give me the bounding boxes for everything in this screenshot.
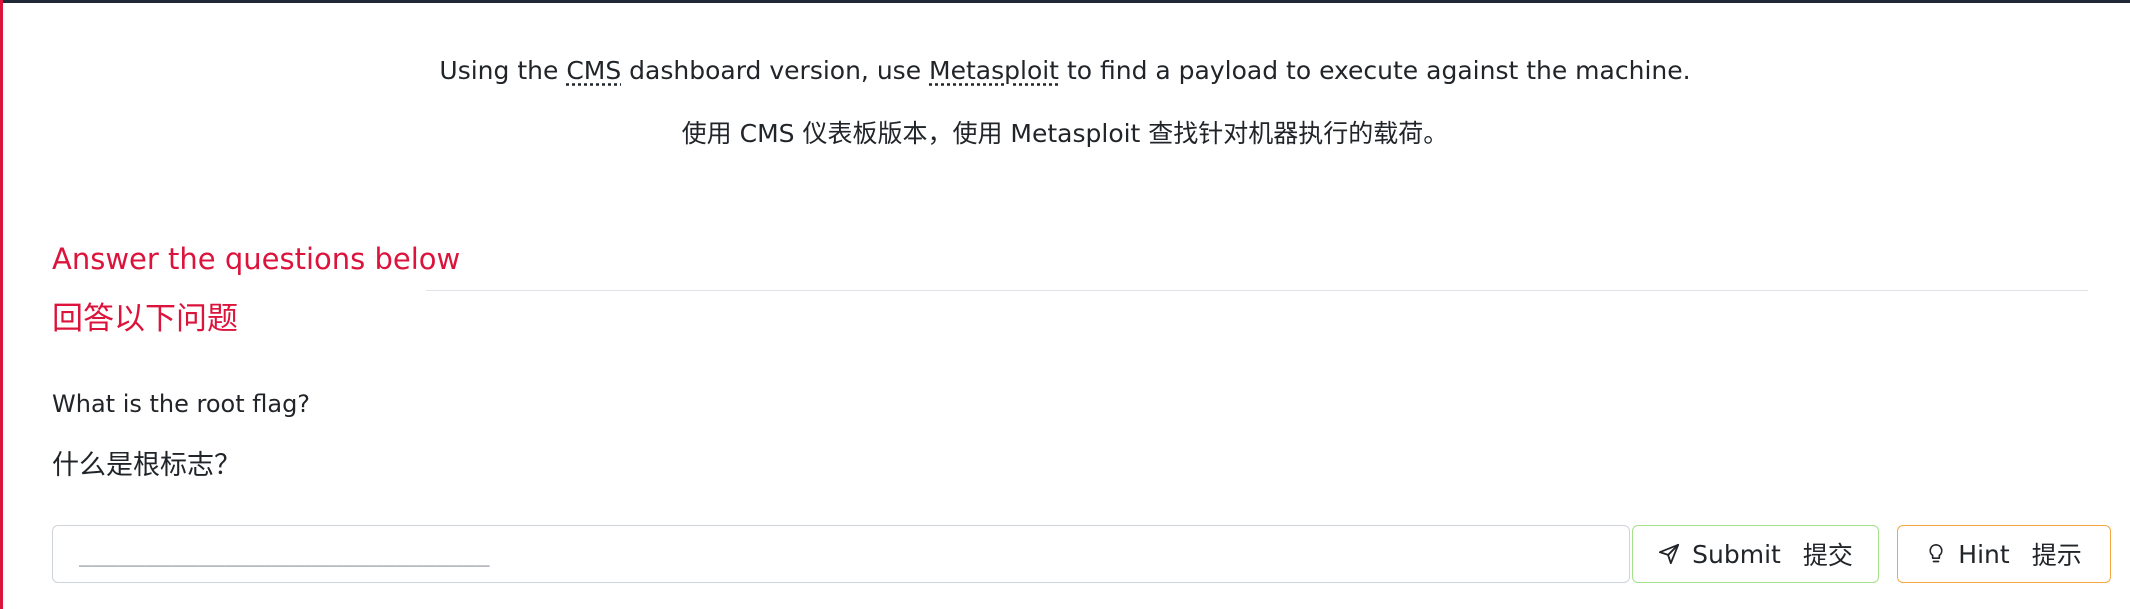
hint-label: Hint (1958, 539, 2010, 569)
task-text-part: Using the (439, 56, 567, 85)
task-text-part: to find a payload to execute against the… (1059, 56, 1691, 85)
paper-plane-icon (1658, 543, 1680, 565)
submit-button[interactable]: Submit 提交 (1632, 525, 1879, 583)
cms-abbreviation: CMS (566, 56, 622, 85)
submit-label-cn: 提交 (1802, 541, 1853, 570)
hint-button[interactable]: Hint 提示 (1897, 525, 2111, 583)
task-text-part: dashboard version, use (621, 56, 930, 85)
task-description-cn: 使用 CMS 仪表板版本，使用 Metasploit 查找针对机器执行的载荷。 (681, 119, 1449, 148)
left-accent-border (0, 0, 3, 609)
top-border (0, 0, 2130, 3)
lightbulb-icon (1926, 543, 1946, 565)
metasploit-term: Metasploit (929, 56, 1059, 85)
hint-label-cn: 提示 (2031, 541, 2082, 570)
answer-questions-heading: Answer the questions below (52, 242, 461, 276)
submit-label: Submit (1692, 539, 1781, 569)
answer-input[interactable] (52, 525, 1630, 583)
question-text: What is the root flag? (52, 390, 311, 418)
task-description-en: Using the CMS dashboard version, use Met… (0, 56, 2130, 85)
section-divider (426, 290, 2088, 291)
answer-questions-heading-cn: 回答以下问题 (52, 301, 238, 337)
question-text-cn: 什么是根标志？ (52, 450, 241, 481)
